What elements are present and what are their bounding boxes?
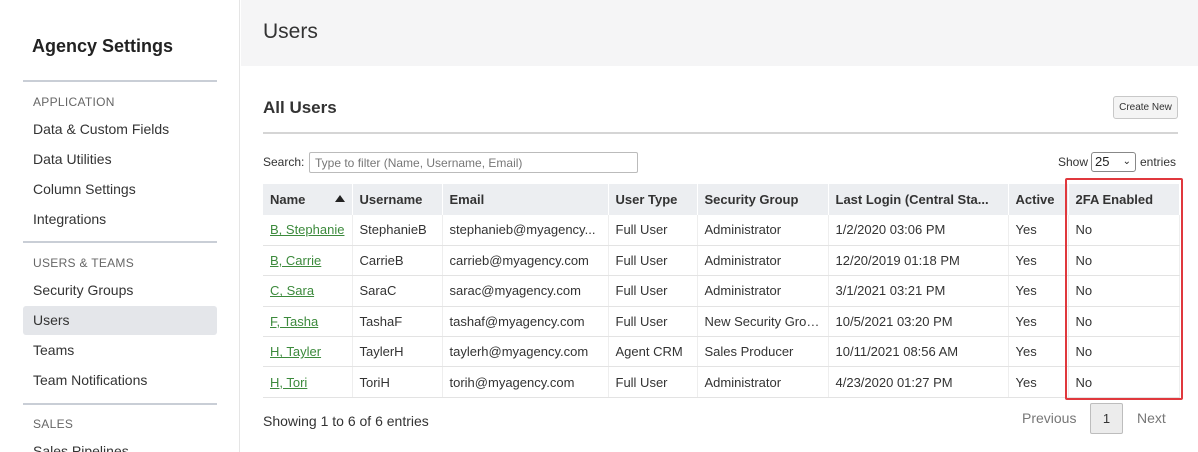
cell-active: Yes [1008, 366, 1069, 398]
sidebar-item-sales-pipelines[interactable]: Sales Pipelines [23, 437, 217, 452]
cell-security-group: Administrator [697, 245, 829, 277]
entries-label: entries [1140, 155, 1177, 169]
cell-active: Yes [1008, 306, 1069, 338]
show-label: Show [1058, 155, 1089, 169]
cell-last-login: 3/1/2021 03:21 PM [828, 275, 1009, 307]
search-label: Search: [263, 155, 305, 169]
search-input[interactable] [309, 152, 638, 173]
table-row: H, Tayler TaylerH taylerh@myagency.com A… [263, 336, 1180, 368]
sidebar-item-integrations[interactable]: Integrations [23, 205, 217, 234]
table-row: B, Stephanie StephanieB stephanieb@myage… [263, 215, 1180, 246]
cell-name: C, Sara [263, 275, 353, 307]
cell-email: stephanieb@myagency... [442, 215, 609, 246]
sidebar-item-teams[interactable]: Teams [23, 336, 217, 365]
highlight-annotation-box [1065, 178, 1183, 400]
users-table: Name Username Email User Type Security G… [263, 184, 1180, 398]
cell-security-group: New Security Group [697, 306, 829, 338]
user-name-link[interactable]: H, Tori [270, 375, 307, 390]
showing-entries-text: Showing 1 to 6 of 6 entries [263, 413, 429, 429]
cell-username: CarrieB [352, 245, 443, 277]
cell-email: tashaf@myagency.com [442, 306, 609, 338]
sidebar-item-data-utilities[interactable]: Data Utilities [23, 145, 217, 174]
cell-user-type: Agent CRM [608, 336, 698, 368]
page-title: Users [263, 20, 318, 43]
page-size-select[interactable]: 25 ⌄ [1091, 152, 1136, 172]
cell-user-type: Full User [608, 245, 698, 277]
pagination-next[interactable]: Next [1137, 410, 1166, 426]
cell-username: ToriH [352, 366, 443, 398]
user-name-link[interactable]: H, Tayler [270, 344, 321, 359]
cell-username: SaraC [352, 275, 443, 307]
cell-name: B, Stephanie [263, 215, 353, 246]
sidebar-title: Agency Settings [32, 36, 174, 56]
cell-last-login: 1/2/2020 03:06 PM [828, 215, 1009, 246]
sort-ascending-icon [334, 195, 345, 202]
user-name-link[interactable]: F, Tasha [270, 314, 318, 329]
pagination-previous[interactable]: Previous [1022, 410, 1076, 426]
column-header-last-login[interactable]: Last Login (Central Sta... [828, 184, 1009, 215]
page-header: Users [241, 0, 1198, 66]
cell-name: B, Carrie [263, 245, 353, 277]
cell-email: taylerh@myagency.com [442, 336, 609, 368]
card-divider [263, 132, 1178, 134]
sidebar-item-column-settings[interactable]: Column Settings [23, 175, 217, 204]
cell-email: carrieb@myagency.com [442, 245, 609, 277]
cell-user-type: Full User [608, 306, 698, 338]
sidebar-divider [23, 403, 217, 405]
create-new-button[interactable]: Create New [1113, 96, 1178, 119]
cell-security-group: Administrator [697, 215, 829, 246]
cell-email: torih@myagency.com [442, 366, 609, 398]
sidebar: Agency Settings APPLICATION Data & Custo… [0, 0, 240, 452]
column-header-active[interactable]: Active [1008, 184, 1069, 215]
page-size-value: 25 [1095, 154, 1110, 169]
column-header-email[interactable]: Email [442, 184, 609, 215]
column-header-user-type[interactable]: User Type [608, 184, 698, 215]
cell-user-type: Full User [608, 275, 698, 307]
cell-active: Yes [1008, 336, 1069, 368]
cell-name: H, Tori [263, 366, 353, 398]
sidebar-divider [23, 241, 217, 243]
cell-user-type: Full User [608, 215, 698, 246]
pagination-page-1[interactable]: 1 [1090, 403, 1123, 434]
cell-last-login: 10/11/2021 08:56 AM [828, 336, 1009, 368]
sidebar-item-users[interactable]: Users [23, 306, 217, 335]
cell-security-group: Administrator [697, 366, 829, 398]
sidebar-section-users-teams: USERS & TEAMS [33, 256, 135, 270]
card-title: All Users [263, 98, 337, 117]
cell-username: StephanieB [352, 215, 443, 246]
column-header-label: Name [270, 192, 306, 207]
cell-active: Yes [1008, 275, 1069, 307]
sidebar-section-application: APPLICATION [33, 95, 115, 109]
cell-email: sarac@myagency.com [442, 275, 609, 307]
cell-username: TashaF [352, 306, 443, 338]
cell-last-login: 10/5/2021 03:20 PM [828, 306, 1009, 338]
sidebar-divider [23, 80, 217, 82]
sidebar-section-sales: SALES [33, 417, 74, 431]
cell-name: H, Tayler [263, 336, 353, 368]
sidebar-item-data-custom-fields[interactable]: Data & Custom Fields [23, 115, 217, 144]
user-name-link[interactable]: B, Stephanie [270, 222, 344, 237]
sidebar-item-team-notifications[interactable]: Team Notifications [23, 366, 217, 395]
cell-user-type: Full User [608, 366, 698, 398]
column-header-username[interactable]: Username [352, 184, 443, 215]
table-row: F, Tasha TashaF tashaf@myagency.com Full… [263, 306, 1180, 338]
sidebar-item-security-groups[interactable]: Security Groups [23, 276, 217, 305]
user-name-link[interactable]: C, Sara [270, 283, 314, 298]
table-row: C, Sara SaraC sarac@myagency.com Full Us… [263, 275, 1180, 307]
table-header-row: Name Username Email User Type Security G… [263, 184, 1180, 215]
cell-name: F, Tasha [263, 306, 353, 338]
cell-last-login: 12/20/2019 01:18 PM [828, 245, 1009, 277]
cell-security-group: Administrator [697, 275, 829, 307]
cell-last-login: 4/23/2020 01:27 PM [828, 366, 1009, 398]
table-row: B, Carrie CarrieB carrieb@myagency.com F… [263, 245, 1180, 277]
user-name-link[interactable]: B, Carrie [270, 253, 321, 268]
cell-active: Yes [1008, 245, 1069, 277]
chevron-down-icon: ⌄ [1122, 156, 1131, 167]
column-header-security-group[interactable]: Security Group [697, 184, 829, 215]
cell-security-group: Sales Producer [697, 336, 829, 368]
cell-active: Yes [1008, 215, 1069, 246]
table-row: H, Tori ToriH torih@myagency.com Full Us… [263, 366, 1180, 398]
cell-username: TaylerH [352, 336, 443, 368]
column-header-name[interactable]: Name [263, 184, 353, 215]
